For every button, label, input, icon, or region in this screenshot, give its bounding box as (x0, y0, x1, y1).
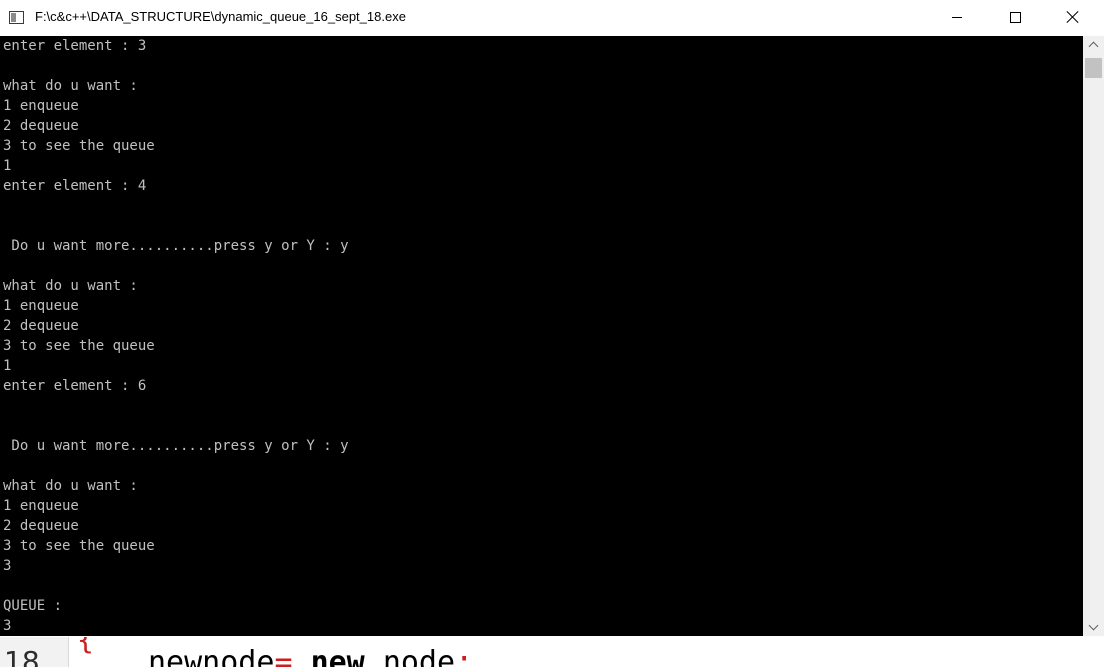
line-number: 18 (4, 645, 40, 667)
brace-fragment: { (77, 637, 94, 656)
console-line: 2 dequeue (3, 318, 79, 334)
vertical-scrollbar[interactable] (1083, 36, 1104, 636)
close-icon (1067, 11, 1079, 23)
background-code-editor[interactable]: 18 { newnode= new node; (0, 637, 1104, 667)
console-line: Do u want more..........press y or Y : y (3, 438, 349, 454)
console-line: 3 (3, 558, 12, 574)
console-output[interactable]: enter element : 3 what do u want : 1 enque… (0, 36, 1083, 636)
line-number-gutter: 18 (0, 637, 69, 667)
scroll-thumb[interactable] (1085, 58, 1102, 78)
console-line: enter element : 6 (3, 378, 147, 394)
title-bar[interactable]: F:\c&c++\DATA_STRUCTURE\dynamic_queue_16… (0, 0, 1104, 36)
console-line: 1 enqueue (3, 98, 79, 114)
console-line: what do u want : (3, 78, 138, 94)
console-window: F:\c&c++\DATA_STRUCTURE\dynamic_queue_16… (0, 0, 1104, 637)
maximize-button[interactable] (986, 0, 1044, 34)
scroll-up-button[interactable] (1083, 36, 1104, 53)
console-line: 3 (3, 618, 12, 634)
console-line: Do u want more..........press y or Y : y (3, 238, 349, 254)
console-app-icon[interactable] (9, 11, 24, 24)
console-line: what do u want : (3, 478, 138, 494)
console-line: 3 to see the queue (3, 538, 155, 554)
code-operator: = (274, 645, 293, 667)
console-line: QUEUE : (3, 598, 63, 614)
console-line: 2 dequeue (3, 118, 79, 134)
code-keyword: new (310, 645, 365, 667)
close-button[interactable] (1044, 0, 1102, 34)
minimize-button[interactable] (928, 0, 986, 34)
chevron-up-icon (1088, 41, 1099, 52)
window-title: F:\c&c++\DATA_STRUCTURE\dynamic_queue_16… (35, 9, 406, 24)
scroll-down-button[interactable] (1083, 619, 1104, 636)
code-semicolon: ; (455, 645, 474, 667)
chevron-down-icon (1088, 620, 1099, 631)
console-line: 3 to see the queue (3, 138, 155, 154)
console-line: 3 to see the queue (3, 338, 155, 354)
console-line: 1 enqueue (3, 498, 79, 514)
console-line: 1 (3, 158, 12, 174)
console-line: what do u want : (3, 278, 138, 294)
console-line: 1 (3, 358, 12, 374)
console-line: enter element : 4 (3, 178, 147, 194)
minimize-icon (952, 16, 962, 18)
code-identifier: newnode (148, 645, 275, 667)
console-line: enter element : 3 (3, 38, 147, 54)
maximize-icon (1009, 11, 1021, 23)
code-line[interactable]: newnode= new node; (148, 648, 473, 667)
code-type: node (382, 645, 456, 667)
console-line: 2 dequeue (3, 518, 79, 534)
console-line: 1 enqueue (3, 298, 79, 314)
